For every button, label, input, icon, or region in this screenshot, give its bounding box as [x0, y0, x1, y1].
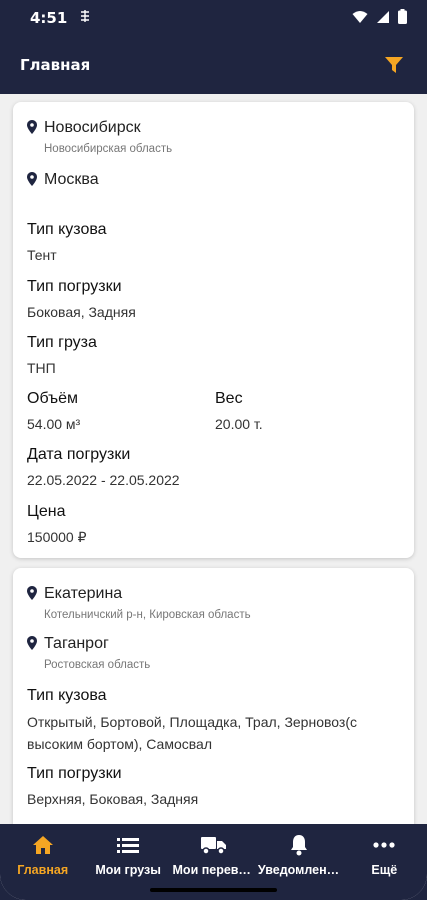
weight-value: 20.00 т. [215, 416, 263, 432]
cargo-card[interactable]: Новосибирск Новосибирская область Москва… [13, 102, 414, 558]
body-type-label: Тип кузова [27, 221, 107, 238]
nav-item-my-shipments[interactable]: Мои перевозки [171, 824, 256, 884]
body-type-value: Открытый, Бортовой, Площадка, Трал, Зерн… [27, 714, 357, 752]
location-pin-icon [27, 120, 37, 134]
list-icon [117, 838, 140, 853]
from-city: Новосибирск [44, 119, 141, 136]
nav-item-my-cargo[interactable]: Мои грузы [85, 824, 170, 884]
location-pin-icon [27, 172, 37, 186]
price-label: Цена [27, 503, 66, 520]
to-region: Ростовская область [44, 659, 151, 671]
filter-button[interactable] [381, 52, 407, 78]
nav-label: Главная [17, 863, 69, 877]
bell-icon [290, 835, 307, 856]
cargo-type-value: ТНП [27, 360, 56, 376]
screen: 4:51 Главная Новосибирск Новосибирская о… [0, 0, 427, 900]
from-city: Екатерина [44, 585, 123, 602]
cargo-list[interactable]: Новосибирск Новосибирская область Москва… [0, 94, 427, 824]
body-type-value: Тент [27, 247, 57, 263]
price-value: 150000 ₽ [27, 529, 87, 545]
bottom-navigation: Главная Мои грузы Мои перевоз Уведомлени… [0, 824, 427, 884]
nav-item-more[interactable]: Ещё [342, 824, 427, 884]
cargo-card[interactable]: Екатерина Котельничский р-н, Кировская о… [13, 568, 414, 824]
to-city: Таганрог [44, 635, 109, 652]
from-region: Новосибирская область [44, 143, 173, 155]
loading-type-value: Верхняя, Боковая, Задняя [27, 791, 199, 807]
nav-item-home[interactable]: Главная [0, 824, 85, 884]
signal-icon [376, 9, 390, 28]
sync-status-icon [79, 9, 91, 27]
more-icon [373, 842, 395, 848]
filter-icon [385, 57, 403, 73]
from-region: Котельничский р-н, Кировская область [44, 609, 251, 621]
location-pin-icon [27, 586, 37, 600]
home-icon [32, 836, 53, 854]
to-city: Москва [44, 171, 99, 188]
nav-label: Уведомления [257, 863, 340, 877]
volume-label: Объём [27, 390, 78, 407]
home-gesture-bar[interactable] [150, 888, 277, 892]
nav-label: Ещё [371, 863, 398, 877]
loading-type-label: Тип погрузки [27, 765, 122, 782]
date-value: 22.05.2022 - 22.05.2022 [27, 472, 180, 488]
status-bar: 4:51 [0, 0, 427, 36]
volume-value: 54.00 м³ [27, 416, 81, 432]
status-time: 4:51 [30, 9, 68, 27]
app-bar: Главная [0, 36, 427, 94]
battery-icon [398, 8, 407, 28]
body-type-label: Тип кузова [27, 687, 107, 704]
gesture-area [0, 884, 427, 900]
cargo-type-label: Тип груза [27, 334, 97, 351]
nav-label: Мои перевозки [172, 863, 255, 877]
location-pin-icon [27, 636, 37, 650]
weight-label: Вес [215, 390, 243, 407]
date-label: Дата погрузки [27, 446, 131, 463]
nav-item-notifications[interactable]: Уведомления [256, 824, 341, 884]
wifi-icon [352, 9, 368, 28]
loading-type-value: Боковая, Задняя [27, 304, 136, 320]
page-title: Главная [20, 56, 91, 74]
truck-icon [200, 837, 226, 855]
loading-type-label: Тип погрузки [27, 278, 122, 295]
nav-label: Мои грузы [95, 863, 161, 877]
